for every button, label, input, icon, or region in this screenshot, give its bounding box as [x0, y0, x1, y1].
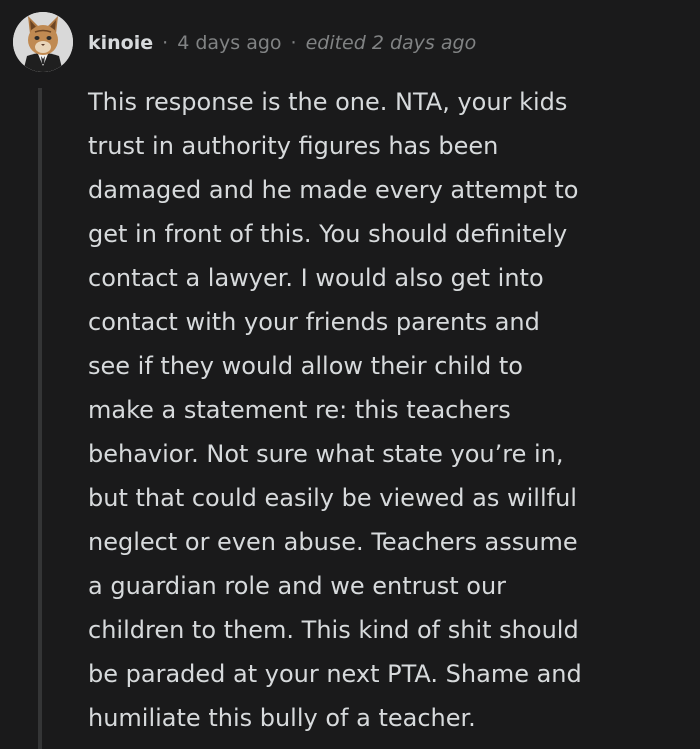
- meta-separator: ·: [290, 32, 297, 54]
- comment-meta: kinoie · 4 days ago · edited 2 days ago: [88, 27, 476, 59]
- comment: kinoie · 4 days ago · edited 2 days ago …: [0, 0, 700, 749]
- comment-body-line: behavior. Not sure what state you’re in,: [88, 440, 564, 468]
- comment-timestamp[interactable]: 4 days ago: [177, 27, 281, 59]
- comment-body-line: see if they would allow their child to: [88, 352, 523, 380]
- comment-body-line: trust in authority figures has been: [88, 132, 499, 160]
- edited-label: edited 2 days ago: [305, 32, 477, 54]
- comment-body-line: humiliate this bully of a teacher.: [88, 704, 476, 732]
- avatar[interactable]: [13, 12, 73, 72]
- comment-body-line: get in front of this. You should definit…: [88, 220, 568, 248]
- comment-body-line: This response is the one. NTA, your kids: [88, 88, 568, 116]
- comment-body-line: neglect or even abuse. Teachers assume: [88, 528, 578, 556]
- comment-body-line: make a statement re: this teachers: [88, 396, 511, 424]
- comment-body-line: be paraded at your next PTA. Shame and: [88, 660, 582, 688]
- author-name[interactable]: kinoie: [88, 27, 153, 59]
- comment-body-line: damaged and he made every attempt to: [88, 176, 579, 204]
- thread-collapse-line[interactable]: [38, 88, 42, 749]
- comment-body-line: contact a lawyer. I would also get into: [88, 264, 544, 292]
- comment-body-line: contact with your friends parents and: [88, 308, 540, 336]
- comment-body-line: a guardian role and we entrust our: [88, 572, 507, 600]
- comment-body: This response is the one. NTA, your kids…: [88, 80, 688, 740]
- comment-body-line: but that could easily be viewed as willf…: [88, 484, 577, 512]
- comment-body-line: children to them. This kind of shit shou…: [88, 616, 579, 644]
- cat-in-suit-avatar-icon: [13, 12, 73, 72]
- meta-separator: ·: [162, 32, 169, 54]
